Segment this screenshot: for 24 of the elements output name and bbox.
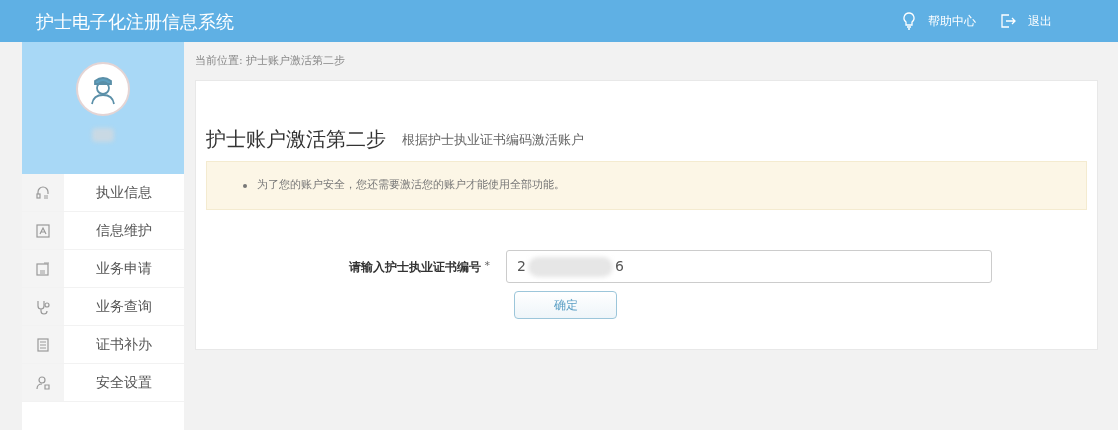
required-mark: * (484, 257, 490, 274)
redacted-name (92, 128, 114, 142)
sidebar-item[interactable]: 证书补办 (64, 326, 184, 363)
page-subtitle: 根据护士执业证书编码激活账户 (402, 130, 584, 149)
user-icon (35, 374, 51, 391)
id-card-icon (35, 222, 51, 239)
sidebar-item[interactable]: 安全设置 (64, 364, 184, 401)
headset-icon (35, 184, 51, 201)
certificate-number-field[interactable]: 2 6 (506, 250, 992, 283)
sidebar-item[interactable]: 执业信息 (64, 174, 184, 211)
avatar (76, 62, 130, 116)
sidebar-item[interactable]: 业务申请 (64, 250, 184, 287)
stethoscope-icon (35, 298, 51, 315)
breadcrumb: 当前位置: 护士账户激活第二步 (195, 52, 346, 69)
app-title: 护士电子化注册信息系统 (36, 9, 234, 34)
bullet-icon (243, 183, 247, 188)
page-title: 护士账户激活第二步 (206, 129, 386, 149)
sidebar-item[interactable]: 信息维护 (64, 212, 184, 249)
notice-text: 为了您的账户安全，您还需要激活您的账户才能使用全部功能。 (257, 177, 565, 194)
field-label: 请输入护士执业证书编号 (348, 258, 481, 276)
document-icon (35, 336, 51, 353)
sidebar-item[interactable]: 业务查询 (64, 288, 184, 325)
lightbulb-icon (902, 12, 916, 30)
logout-icon (1000, 13, 1016, 29)
